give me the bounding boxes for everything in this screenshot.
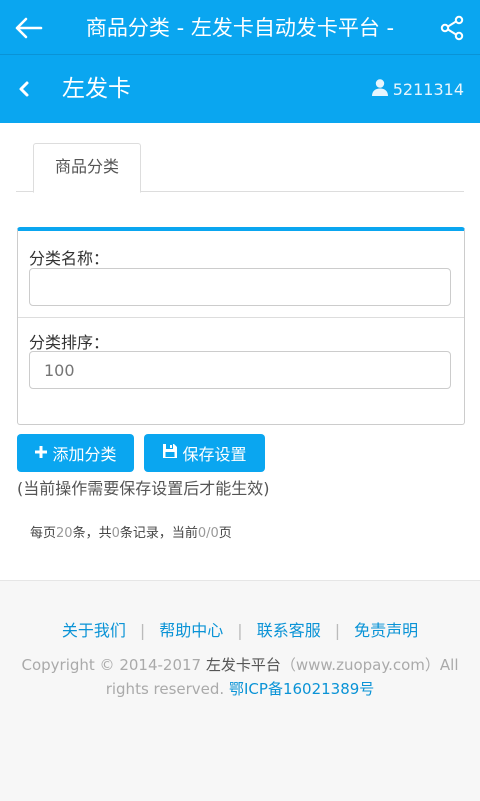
user-icon: [371, 78, 393, 100]
footer: 关于我们 | 帮助中心 | 联系客服 | 免责声明 Copyright © 2014-201…: [0, 580, 480, 801]
category-name-input[interactable]: [29, 268, 451, 306]
share-icon[interactable]: [432, 8, 472, 48]
pager-text: 每页: [30, 526, 57, 541]
copyright: Copyright © 2014-2017 左发卡平台（www.zuopay.c…: [16, 653, 464, 701]
icp-prefix: 鄂: [228, 680, 244, 698]
icp-link[interactable]: 鄂ICP备16021389号: [229, 680, 374, 698]
pagination-info: 每页20条，共0条记录，当前0/0页: [30, 522, 232, 541]
category-order-input[interactable]: [29, 351, 451, 389]
main-content: 商品分类 分类名称： 分类排序： 添加分类 保存设置 (当前操作需要保存设置后才…: [0, 123, 480, 580]
app-bar: 商品分类 - 左发卡自动发卡平台 -: [0, 0, 480, 55]
footer-link-about[interactable]: 关于我们: [48, 621, 140, 640]
plus-icon: [34, 444, 52, 463]
footer-links: 关于我们 | 帮助中心 | 联系客服 | 免责声明: [0, 617, 480, 641]
save-notice: (当前操作需要保存设置后才能生效): [17, 479, 270, 498]
category-name-label: 分类名称：: [29, 249, 110, 268]
tab-category[interactable]: 商品分类: [33, 143, 141, 193]
per-page-count: 20: [56, 526, 73, 541]
username: 5211314: [392, 79, 464, 99]
pager-text: 条，共: [72, 526, 112, 541]
footer-link-contact[interactable]: 联系客服: [243, 621, 335, 640]
tab-bar: 商品分类: [16, 143, 464, 193]
floppy-disk-icon: [162, 443, 182, 463]
category-order-label: 分类排序：: [29, 333, 110, 352]
total-count: 0: [111, 526, 120, 541]
add-category-label: 添加分类: [52, 445, 117, 464]
back-arrow-icon[interactable]: [8, 8, 48, 48]
footer-link-help[interactable]: 帮助中心: [145, 621, 237, 640]
chevron-left-icon[interactable]: [10, 73, 38, 105]
user-account[interactable]: 5211314: [371, 55, 464, 123]
add-category-button[interactable]: 添加分类: [17, 434, 134, 472]
current-page: 0/0: [197, 526, 219, 541]
site-header: 左发卡 5211314: [0, 55, 480, 123]
site-name: 左发卡: [62, 76, 131, 102]
pager-text: 页: [218, 526, 232, 541]
link-divider: |: [237, 621, 243, 640]
icp-number: ICP备16021389号: [244, 680, 375, 698]
brand-name: 左发卡平台: [205, 656, 281, 674]
category-form: 分类名称： 分类排序：: [17, 227, 465, 425]
save-settings-label: 保存设置: [182, 445, 247, 464]
page-title: 商品分类 - 左发卡自动发卡平台 -: [85, 16, 395, 40]
footer-link-disclaimer[interactable]: 免责声明: [340, 621, 432, 640]
save-settings-button[interactable]: 保存设置: [144, 434, 265, 472]
copyright-text: Copyright © 2014-2017: [21, 656, 206, 674]
divider: [18, 317, 464, 318]
pager-text: 条记录，当前: [119, 526, 198, 541]
